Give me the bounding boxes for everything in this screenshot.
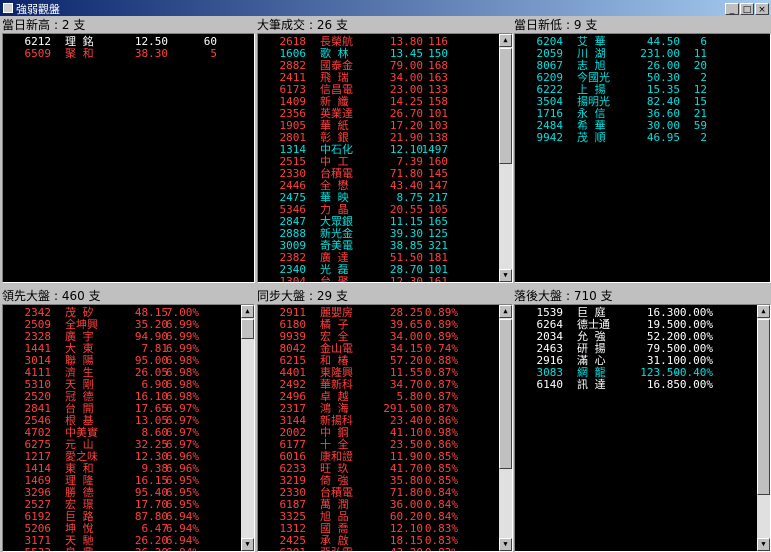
stock-change-pct: 0.82% <box>398 547 458 552</box>
maximize-button[interactable]: □ <box>740 3 754 15</box>
scroll-up-arrow-icon[interactable]: ▲ <box>241 305 254 318</box>
vertical-scrollbar[interactable]: ▲ ▼ <box>499 34 512 282</box>
scroll-up-arrow-icon[interactable]: ▲ <box>499 34 512 47</box>
panel-lagging: 落後大盤: 710 支 1539 巨 庭 16.30 0.00% 6264 德士通 19.50… <box>514 288 771 552</box>
minimize-button[interactable]: _ <box>725 3 739 15</box>
panel-count: : 26 支 <box>309 18 348 32</box>
panel-title: 落後大盤 <box>514 289 563 303</box>
panel-title: 當日新高 <box>2 18 51 32</box>
stock-list[interactable]: 6212 理 銘 12.50 60 6509 聚 和 38.30 5 <box>2 33 255 283</box>
scroll-up-arrow-icon[interactable]: ▲ <box>499 305 512 318</box>
stock-list[interactable]: 2342 茂 矽 48.15 7.00% 2509 全坤興 35.20 6.99% 2328 廣 … <box>2 304 255 552</box>
vertical-scrollbar[interactable]: ▲ ▼ <box>241 305 254 551</box>
panel-header: 領先大盤: 460 支 <box>2 288 101 304</box>
panel-header: 大筆成交: 26 支 <box>257 17 348 33</box>
scroll-thumb[interactable] <box>757 319 770 495</box>
panel-count: : 2 支 <box>54 18 86 32</box>
stock-row[interactable]: 1304 台 聚 12.30 161 <box>258 276 498 283</box>
stock-code: 5533 <box>17 547 52 552</box>
stock-volume: 161 <box>428 275 448 283</box>
scroll-down-arrow-icon[interactable]: ▼ <box>241 538 254 551</box>
stock-code: 1304 <box>279 275 307 283</box>
panel-header: 當日新低: 9 支 <box>514 17 597 33</box>
vertical-scrollbar[interactable]: ▲ ▼ <box>499 305 512 551</box>
stock-code: 6201 <box>272 547 307 552</box>
scroll-down-arrow-icon[interactable]: ▼ <box>499 538 512 551</box>
stock-name: 訊 達 <box>577 378 606 391</box>
panel-header: 落後大盤: 710 支 <box>514 288 613 304</box>
stock-row[interactable]: 6201亞弘電43.200.82% <box>258 547 498 552</box>
stock-change-pct: 6.94% <box>139 547 199 552</box>
panel-new-low: 當日新低: 9 支 6204 艾 華 44.50 6 2059 川 湖 231.00 11 806… <box>514 17 771 283</box>
panel-header: 當日新高: 2 支 <box>2 17 85 33</box>
panel-header: 同步大盤: 29 支 <box>257 288 348 304</box>
stock-name: 茂 順 <box>577 131 606 144</box>
stock-code: 9942 <box>536 131 564 144</box>
scroll-thumb[interactable] <box>241 319 254 339</box>
scroll-down-arrow-icon[interactable]: ▼ <box>757 538 770 551</box>
stock-row[interactable]: 6509 聚 和 38.30 5 <box>3 48 252 60</box>
scroll-down-arrow-icon[interactable]: ▼ <box>499 269 512 282</box>
panel-count: : 460 支 <box>54 289 101 303</box>
scroll-thumb[interactable] <box>499 48 512 164</box>
title-bar[interactable]: 強弱觀盤 _ □ × <box>0 0 771 16</box>
panel-count: : 29 支 <box>309 289 348 303</box>
stock-list[interactable]: 2911 麗嬰房 28.25 0.89% 6180 橘 子 39.65 0.89% 9939 宏 … <box>257 304 513 552</box>
panel-big-volume: 大筆成交: 26 支 2618 長榮航 13.80 116 1606 歌 林 13.45 150… <box>257 17 513 283</box>
panel-leading: 領先大盤: 460 支 2342 茂 矽 48.15 7.00% 2509 全坤興 35.20… <box>2 288 255 552</box>
stock-name: 台 聚 <box>320 275 349 283</box>
stock-row[interactable]: 9942 茂 順 46.95 2 <box>515 132 768 144</box>
scroll-thumb[interactable] <box>499 319 512 469</box>
stock-list[interactable]: 6204 艾 華 44.50 6 2059 川 湖 231.00 11 8067 志 旭 26.00… <box>514 33 771 283</box>
stock-list[interactable]: 1539 巨 庭 16.30 0.00% 6264 德士通 19.50 0.00% 2034 允 … <box>514 304 771 552</box>
stock-name: 皇 鼎 <box>65 547 117 552</box>
close-button[interactable]: × <box>755 3 769 15</box>
panel-synced: 同步大盤: 29 支 2911 麗嬰房 28.25 0.89% 6180 橘 子 39.65 0… <box>257 288 513 552</box>
app-icon <box>3 3 13 13</box>
vertical-scrollbar[interactable]: ▲ ▼ <box>757 305 770 551</box>
stock-change-pct: 0.00% <box>679 378 713 391</box>
stock-row[interactable]: 5533皇 鼎26.206.94% <box>3 547 240 552</box>
stock-list[interactable]: 2618 長榮航 13.80 116 1606 歌 林 13.45 150 2882 國泰金 79.… <box>257 33 513 283</box>
stock-name: 亞弘電 <box>320 547 372 552</box>
stock-name: 聚 和 <box>65 47 94 60</box>
stock-volume: 5 <box>210 47 217 60</box>
panel-count: : 710 支 <box>566 289 613 303</box>
stock-volume: 2 <box>700 131 707 144</box>
window-title: 強弱觀盤 <box>16 3 60 16</box>
panel-count: : 9 支 <box>566 18 598 32</box>
stock-code: 6140 <box>536 378 564 391</box>
panel-new-high: 當日新高: 2 支 6212 理 銘 12.50 60 6509 聚 和 38.30 5 <box>2 17 255 283</box>
stock-row[interactable]: 6140 訊 達 16.85 0.00% <box>515 379 756 391</box>
panel-title: 大筆成交 <box>257 18 306 32</box>
stock-code: 6509 <box>24 47 52 60</box>
scroll-up-arrow-icon[interactable]: ▲ <box>757 305 770 318</box>
panel-title: 領先大盤 <box>2 289 51 303</box>
panel-title: 當日新低 <box>514 18 563 32</box>
panel-title: 同步大盤 <box>257 289 306 303</box>
